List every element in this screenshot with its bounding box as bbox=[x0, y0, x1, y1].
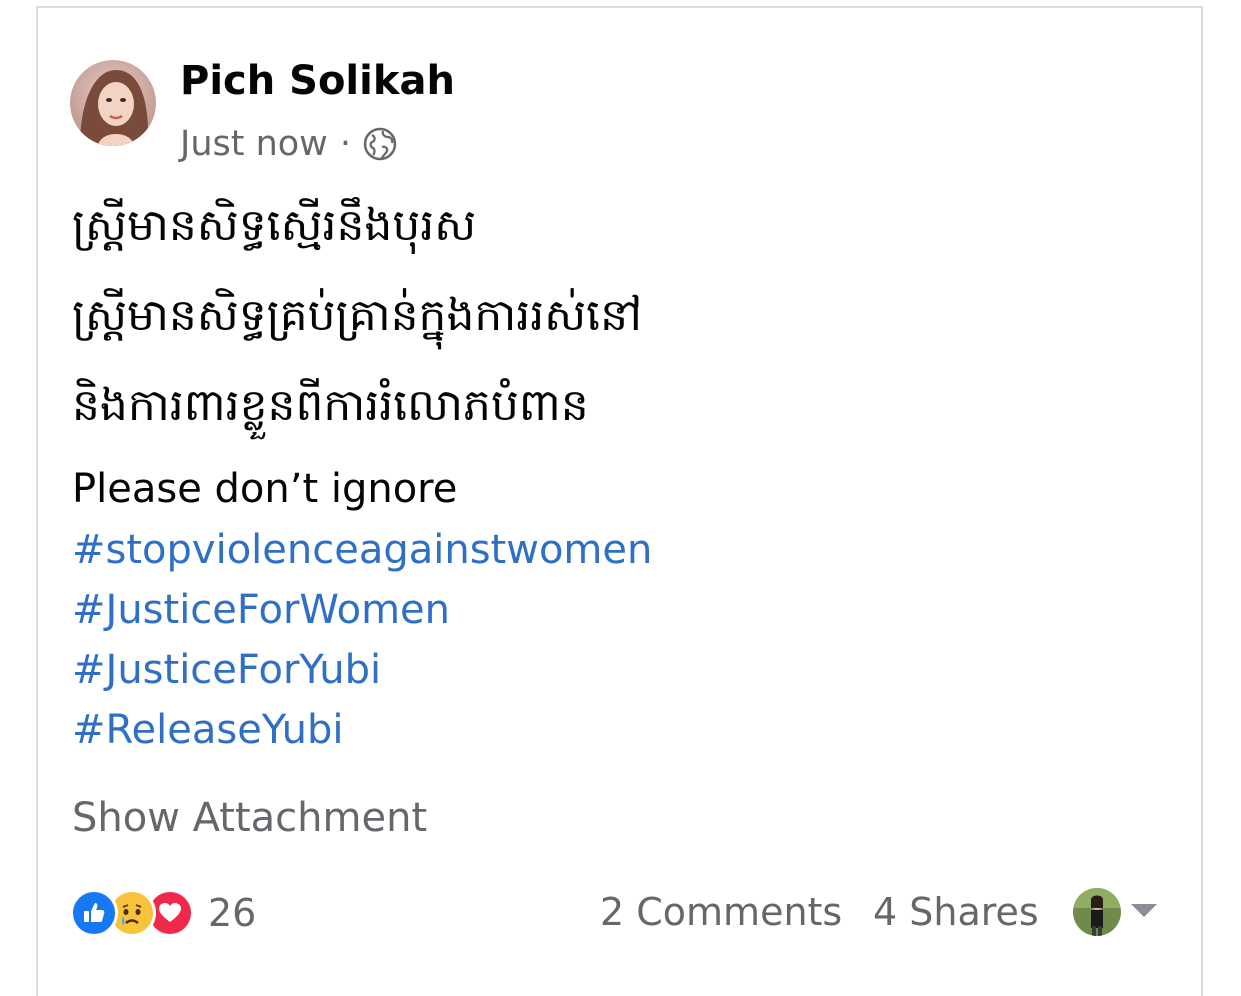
show-attachment-link[interactable]: Show Attachment bbox=[72, 795, 427, 841]
post-meta: Just now · bbox=[180, 122, 397, 166]
post-text-khmer-line-3: និងការពារខ្លួនពីការរំលោភបំពាន bbox=[72, 380, 589, 431]
caret-down-icon[interactable] bbox=[1131, 904, 1157, 917]
like-icon bbox=[70, 889, 118, 937]
post-timestamp[interactable]: Just now bbox=[180, 124, 328, 164]
post-text-khmer-line-1: ស្ត្រីមានសិទ្ធស្មើរនឹងបុរស bbox=[72, 200, 477, 251]
hashtag-link[interactable]: #JusticeForYubi bbox=[72, 647, 381, 693]
comments-count[interactable]: 2 Comments bbox=[600, 890, 842, 934]
meta-separator: · bbox=[339, 124, 351, 164]
shares-count[interactable]: 4 Shares bbox=[873, 890, 1039, 934]
author-avatar[interactable] bbox=[70, 60, 156, 146]
globe-icon[interactable] bbox=[363, 127, 397, 161]
hashtag-link[interactable]: #stopviolenceagainstwomen bbox=[72, 527, 652, 573]
hashtag-link[interactable]: #ReleaseYubi bbox=[72, 707, 344, 753]
author-name[interactable]: Pich Solikah bbox=[180, 58, 455, 104]
reactions-summary[interactable]: 26 bbox=[70, 888, 256, 938]
post-text-khmer-line-2: ស្ត្រីមានសិទ្ធគ្រប់គ្រាន់ក្នុងការរស់នៅ bbox=[72, 290, 642, 341]
viewer-avatar[interactable] bbox=[1073, 888, 1121, 936]
hashtag-link[interactable]: #JusticeForWomen bbox=[72, 587, 450, 633]
reaction-count[interactable]: 26 bbox=[208, 891, 256, 935]
post-text-english: Please don’t ignore bbox=[72, 466, 458, 512]
